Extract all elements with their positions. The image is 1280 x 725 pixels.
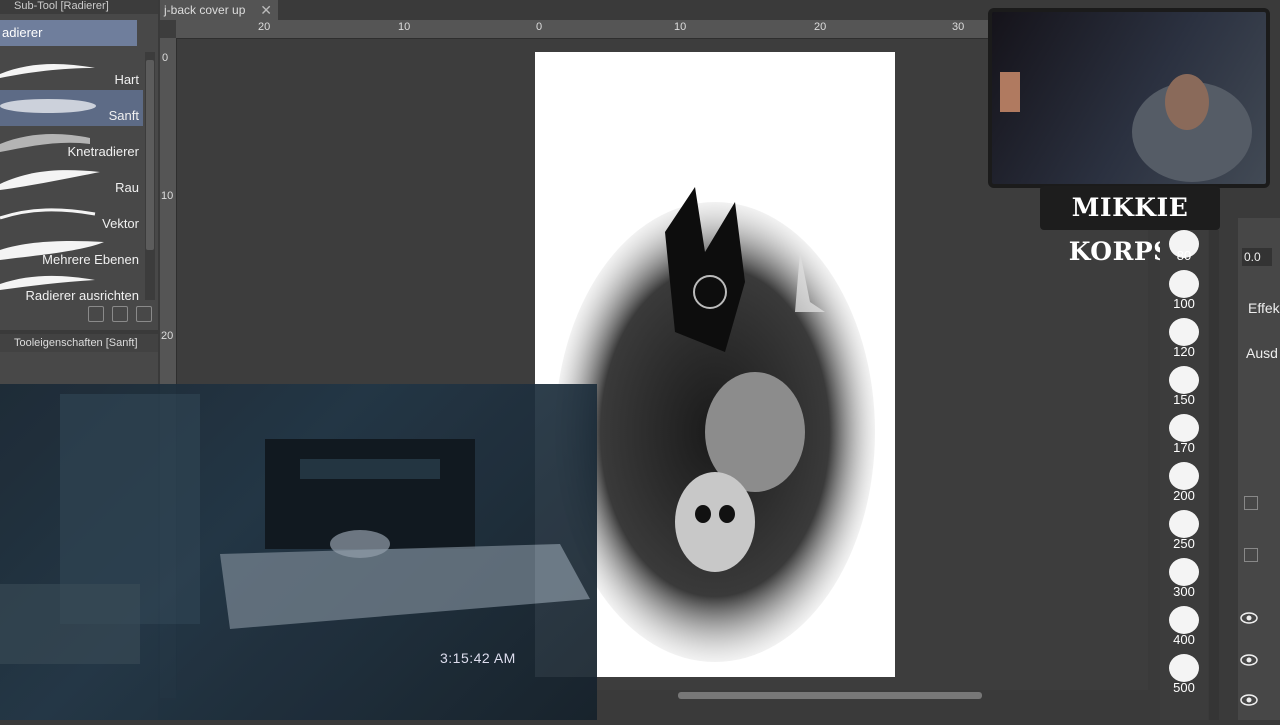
brush-size-panel: 80 100 120 150 170 200 250 300 400 500	[1160, 230, 1208, 720]
brush-size-label: 200	[1173, 488, 1195, 503]
eye-icon[interactable]	[1240, 654, 1258, 666]
expression-color-label: Ausd	[1246, 345, 1278, 361]
brush-size-200[interactable]	[1169, 462, 1199, 490]
eye-icon[interactable]	[1240, 694, 1258, 706]
eye-icon[interactable]	[1240, 612, 1258, 624]
brush-size-scrollbar[interactable]	[1209, 230, 1219, 720]
subtool-item-hart[interactable]: Hart	[0, 54, 143, 90]
brush-size-label: 100	[1173, 296, 1195, 311]
brush-stroke-preview-icon	[0, 208, 96, 220]
import-icon[interactable]	[88, 306, 104, 322]
document-tab[interactable]: j-back cover up ✕	[160, 0, 278, 20]
subtool-item-label: Radierer ausrichten	[25, 288, 139, 303]
ruler-tick-label: 10	[674, 21, 687, 33]
document-tab-title: j-back cover up	[164, 3, 246, 17]
subtool-item-vektor[interactable]: Vektor	[0, 198, 143, 234]
brush-size-300[interactable]	[1169, 558, 1199, 586]
brush-size-250[interactable]	[1169, 510, 1199, 538]
subtool-item-radierer-ausrichten[interactable]: Radierer ausrichten	[0, 270, 143, 306]
ruler-tick-label: 0	[162, 52, 169, 64]
ruler-tick-label: 10	[398, 21, 411, 33]
brush-size-120[interactable]	[1169, 318, 1199, 346]
ruler-tick-label: 30	[952, 21, 965, 33]
subtool-item-label: Sanft	[108, 108, 139, 123]
brush-size-500[interactable]	[1169, 654, 1199, 682]
subtool-item-label: Rau	[115, 180, 139, 195]
video-overlay	[0, 384, 597, 720]
webcam-person-image	[1000, 72, 1252, 182]
brush-stroke-preview-icon	[0, 64, 95, 78]
ruler-tick-label: 20	[258, 21, 271, 33]
trash-icon[interactable]	[136, 306, 152, 322]
brush-size-170[interactable]	[1169, 414, 1199, 442]
brush-size-label: 250	[1173, 536, 1195, 551]
layer-property-panel	[1238, 218, 1280, 720]
ruler-tick-label: 20	[161, 330, 174, 342]
layer-thumbnail-icon[interactable]	[1244, 496, 1258, 510]
ruler-tick-label: 10	[161, 190, 174, 202]
subtool-item-label: Knetradierer	[67, 144, 139, 159]
brush-size-label: 170	[1173, 440, 1195, 455]
ruler-tick-label: 20	[814, 21, 827, 33]
subtool-item-label: Hart	[114, 72, 139, 87]
brush-size-label: 500	[1173, 680, 1195, 695]
brush-size-400[interactable]	[1169, 606, 1199, 634]
video-timestamp: 3:15:42 AM	[440, 650, 516, 666]
layer-mask-icon[interactable]	[1244, 548, 1258, 562]
subtool-group-tab[interactable]: adierer	[0, 20, 137, 46]
streamer-nameplate: MIKKIE KORPSE	[1040, 186, 1220, 266]
ruler-tick-label: 0	[536, 21, 543, 33]
subtool-item-knetradierer[interactable]: Knetradierer	[0, 126, 143, 162]
brush-size-label: 400	[1173, 632, 1195, 647]
brush-size-150[interactable]	[1169, 366, 1199, 394]
webcam-feed	[988, 8, 1270, 188]
subtool-item-label: Vektor	[102, 216, 139, 231]
brush-size-label: 300	[1173, 584, 1195, 599]
subtool-item-label: Mehrere Ebenen	[42, 252, 139, 267]
subtool-item-sanft[interactable]: Sanft	[0, 90, 143, 126]
tool-properties-header: Tooleigenschaften [Sanft]	[0, 334, 158, 352]
add-subtool-icon[interactable]	[112, 306, 128, 322]
brush-size-label: 80	[1176, 248, 1192, 263]
subtool-item-mehrere-ebenen[interactable]: Mehrere Ebenen	[0, 234, 143, 270]
bedroom-scene-image	[0, 394, 590, 664]
brush-size-label: 120	[1173, 344, 1195, 359]
canvas-horizontal-scrollbar-thumb[interactable]	[678, 692, 982, 699]
subtool-actions	[86, 306, 156, 326]
brush-stroke-preview-icon	[0, 170, 100, 190]
opacity-field[interactable]: 0.0	[1242, 248, 1272, 266]
effect-label: Effek	[1248, 300, 1280, 316]
subtool-panel-header: Sub-Tool [Radierer]	[0, 0, 158, 14]
brush-size-100[interactable]	[1169, 270, 1199, 298]
brush-size-label: 150	[1173, 392, 1195, 407]
close-icon[interactable]: ✕	[260, 0, 272, 20]
subtool-scrollbar-thumb[interactable]	[146, 60, 154, 250]
brush-stroke-preview-icon	[0, 99, 96, 113]
subtool-item-rau[interactable]: Rau	[0, 162, 143, 198]
